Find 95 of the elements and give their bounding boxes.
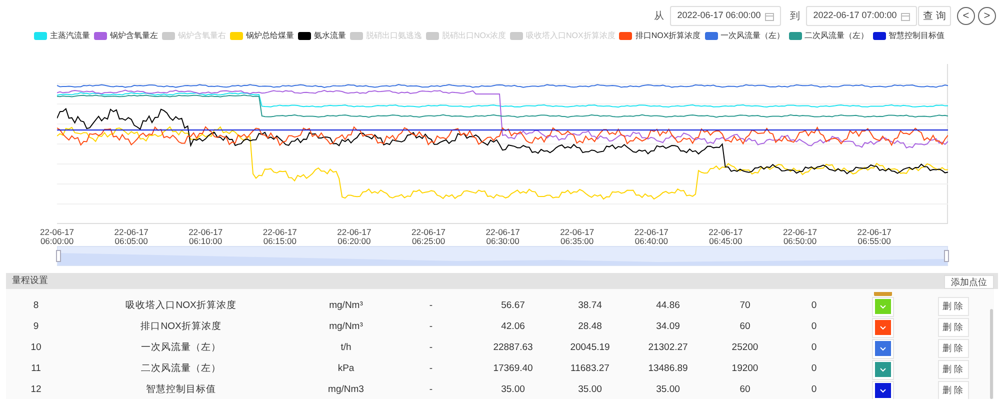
table-cell-text: 排口NOX折算浓度 [140, 320, 222, 334]
table-cell-text: - [428, 341, 434, 356]
from-label: 从 [654, 10, 664, 24]
table-cell-text: 9 [32, 320, 40, 334]
table-cell-text: 44.86 [655, 299, 681, 314]
axis-label: 22-06-17 06:55:00 [856, 228, 892, 246]
legend-item[interactable]: 排口NOX折算浓度 [635, 30, 701, 42]
axis-label: 22-06-17 06:40:00 [633, 228, 670, 246]
table-cell-text: 20045.19 [569, 341, 611, 356]
next-button[interactable]: > [978, 7, 996, 25]
table-cell-text: t/h [340, 341, 352, 356]
add-point-button[interactable]: 添加点位 [944, 275, 994, 289]
table-cell-text: 22887.63 [492, 341, 534, 356]
table-cell-text: 35.00 [577, 383, 603, 398]
table-cell-text: 0 [810, 383, 818, 398]
table-cell-text: 17369.40 [492, 362, 534, 376]
delete-button[interactable]: 删 除 [938, 381, 968, 399]
table-cell-text: 8 [32, 299, 40, 314]
table-cell-text: mg/Nm3 [327, 383, 365, 398]
chevron-icon [880, 304, 886, 308]
axis-label: 22-06-17 06:50:00 [782, 228, 818, 246]
legend-swatch [350, 32, 363, 40]
legend-item[interactable]: 主蒸汽流量 [50, 30, 90, 42]
table-cell-text: 0 [810, 341, 818, 356]
slider-handle[interactable] [944, 250, 949, 262]
axis-label: 22-06-17 06:30:00 [484, 228, 521, 246]
table-cell-text: 21302.27 [647, 341, 689, 356]
legend-item[interactable]: 二次风流量（左） [804, 30, 869, 42]
table-cell-text: 38.74 [577, 299, 603, 314]
legend-item[interactable]: 氨水流量 [314, 30, 346, 42]
table-cell-text: mg/Nm³ [328, 320, 364, 334]
chevron-icon [880, 388, 886, 392]
table-cell-text: 60 [738, 320, 752, 334]
table-cell-text: 35.00 [655, 383, 681, 398]
calendar-icon [901, 12, 910, 20]
table-cell-text: mg/Nm³ [328, 299, 364, 314]
color-picker[interactable] [874, 292, 892, 296]
table-cell-text: 19200 [730, 362, 760, 376]
table-cell-text: 28.48 [577, 320, 603, 334]
calendar-icon [765, 12, 774, 20]
axis-label: 22-06-17 06:10:00 [188, 228, 224, 246]
table-cell-text: 34.09 [655, 320, 681, 334]
table-cell-text: 25200 [730, 341, 760, 356]
axis-label: 22-06-17 06:20:00 [336, 228, 372, 246]
table-cell-text: - [428, 320, 434, 334]
axis-label: 22-06-17 06:35:00 [559, 228, 596, 246]
chevron-icon [880, 326, 886, 330]
delete-button[interactable]: 删 除 [938, 360, 968, 379]
table-cell-text: 智慧控制目标值 [145, 383, 217, 398]
query-button[interactable]: 查 询 [918, 6, 951, 26]
table-cell-text: 13486.89 [647, 362, 689, 376]
previous-button[interactable]: < [957, 7, 975, 25]
table-cell-text: kPa [336, 362, 356, 376]
table-cell-text: - [428, 362, 434, 376]
table-cell-text: 0 [810, 320, 818, 334]
table-cell-text: 60 [738, 383, 752, 398]
axis-label: 22-06-17 06:15:00 [262, 228, 298, 246]
legend-item[interactable]: 锅炉含氧量左 [110, 30, 158, 42]
table-cell-text: 56.67 [500, 299, 526, 314]
start-date-field[interactable]: 2022-06-17 06:00:00 [670, 6, 782, 26]
table-cell-text: 11 [30, 362, 42, 376]
to-label: 到 [790, 10, 800, 24]
table-cell-text: 0 [810, 362, 818, 376]
axis-label: 22-06-17 06:05:00 [113, 228, 150, 246]
table-cell-text: - [428, 299, 434, 314]
axis-label: 22-06-17 06:00:00 [38, 228, 76, 246]
table-cell-text: 12 [30, 383, 42, 398]
legend-item[interactable]: 一次风流量（左） [720, 30, 785, 42]
table-cell-text: 吸收塔入口NOX折算浓度 [124, 299, 238, 314]
legend-item[interactable]: 智慧控制目标值 [888, 30, 945, 42]
table-cell-text: 42.06 [500, 320, 526, 334]
slider-handle[interactable] [56, 250, 61, 262]
scrollbar[interactable] [990, 309, 993, 399]
table-cell-text: 11683.27 [570, 362, 610, 376]
table-cell-text: 一次风流量（左） [140, 341, 222, 356]
table-cell-text: 二次风流量（左） [140, 362, 222, 376]
legend-swatch [510, 32, 523, 40]
table-cell-text: - [428, 383, 434, 398]
legend-swatch [426, 32, 439, 40]
table-cell-text: 70 [738, 299, 752, 314]
table-cell-text: 0 [810, 299, 818, 314]
delete-button[interactable]: 删 除 [938, 318, 968, 337]
legend-item[interactable]: 锅炉总给煤量 [246, 30, 294, 42]
delete-button[interactable]: 删 除 [938, 339, 968, 358]
end-date-field[interactable]: 2022-06-17 07:00:00 [806, 6, 918, 26]
axis-label: 22-06-17 06:45:00 [708, 228, 744, 246]
table-cell-text: 35.00 [500, 383, 526, 398]
legend-swatch [162, 32, 175, 40]
axis-label: 22-06-17 06:25:00 [410, 228, 447, 246]
table-cell-text: 10 [30, 341, 42, 356]
color-picker[interactable] [872, 380, 894, 399]
chevron-icon [880, 368, 886, 372]
section-title: 量程设置 [12, 274, 48, 288]
chevron-icon [880, 346, 886, 350]
delete-button[interactable]: 删 除 [938, 297, 968, 316]
